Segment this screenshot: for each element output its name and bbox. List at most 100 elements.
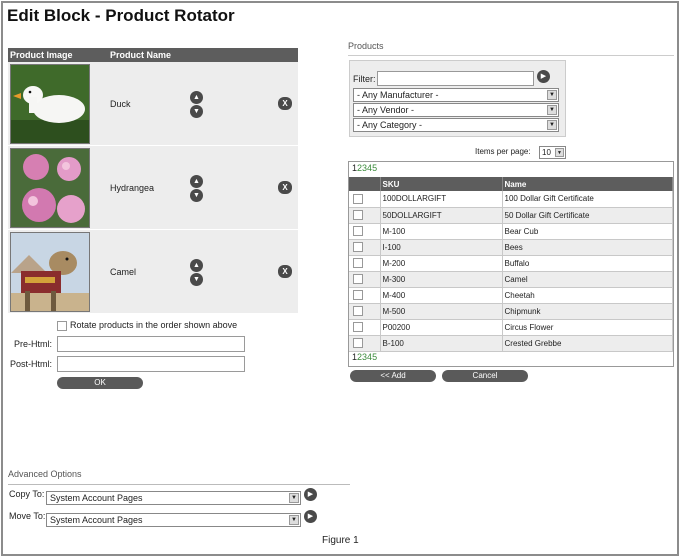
rotate-label: Rotate products in the order shown above: [70, 320, 238, 330]
chevron-down-icon: ▼: [289, 515, 299, 525]
items-per-page-label: Items per page:: [475, 147, 531, 156]
vendor-select[interactable]: - Any Vendor - ▼: [353, 103, 559, 117]
table-row[interactable]: M-200 Buffalo: [349, 255, 673, 272]
table-row[interactable]: M-500 Chipmunk: [349, 303, 673, 320]
category-select[interactable]: - Any Category - ▼: [353, 118, 559, 132]
items-per-page-value: 10: [542, 148, 551, 157]
move-go-icon[interactable]: ▶: [304, 510, 317, 523]
row-checkbox[interactable]: [353, 258, 363, 268]
remove-button[interactable]: X: [278, 97, 292, 110]
move-down-icon[interactable]: ▼: [190, 189, 203, 202]
cancel-button[interactable]: Cancel: [442, 370, 528, 382]
camel-image: [10, 232, 90, 312]
row-checkbox[interactable]: [353, 242, 363, 252]
col-product-image: Product Image: [10, 50, 73, 60]
row-checkbox[interactable]: [353, 306, 363, 316]
row-checkbox[interactable]: [353, 290, 363, 300]
move-to-value: System Account Pages: [50, 515, 143, 525]
page-link[interactable]: 5: [372, 352, 377, 362]
copy-to-label: Copy To:: [9, 489, 45, 499]
row-checkbox[interactable]: [353, 210, 363, 220]
row-checkbox[interactable]: [353, 226, 363, 236]
move-to-select[interactable]: System Account Pages ▼: [46, 513, 301, 527]
post-html-input[interactable]: [57, 356, 245, 372]
row-sku: M-100: [380, 223, 503, 240]
items-per-page-select[interactable]: 10 ▼: [539, 146, 566, 159]
table-header-row: SKU Name: [349, 177, 673, 191]
divider: [348, 55, 674, 56]
move-up-icon[interactable]: ▲: [190, 175, 203, 188]
pager-bottom: 12345: [352, 352, 377, 362]
product-name: Camel: [110, 267, 137, 277]
col-sku: SKU: [380, 177, 503, 191]
product-row-duck: Duck ▲ ▼ X: [8, 62, 298, 146]
remove-button[interactable]: X: [278, 265, 292, 278]
move-up-icon[interactable]: ▲: [190, 259, 203, 272]
filter-panel: Filter: ▶ - Any Manufacturer - ▼ - Any V…: [349, 60, 566, 137]
table-row[interactable]: 50DOLLARGIFT 50 Dollar Gift Certificate: [349, 207, 673, 224]
chevron-down-icon: ▼: [547, 105, 557, 115]
table-row[interactable]: 100DOLLARGIFT 100 Dollar Gift Certificate: [349, 191, 673, 208]
table-row[interactable]: M-400 Cheetah: [349, 287, 673, 304]
row-checkbox[interactable]: [353, 338, 363, 348]
remove-button[interactable]: X: [278, 181, 292, 194]
filter-go-icon[interactable]: ▶: [537, 70, 550, 83]
row-name: Camel: [502, 271, 673, 288]
col-name: Name: [502, 177, 673, 191]
chevron-down-icon: ▼: [547, 90, 557, 100]
selected-products-table: Product Image Product Name Duck ▲ ▼ X Hy…: [8, 48, 298, 314]
product-row-camel: Camel ▲ ▼ X: [8, 230, 298, 314]
row-checkbox[interactable]: [353, 322, 363, 332]
move-to-label: Move To:: [9, 511, 46, 521]
product-name: Hydrangea: [110, 183, 155, 193]
rotate-checkbox[interactable]: [57, 320, 67, 331]
row-name: Cheetah: [502, 287, 673, 304]
table-row[interactable]: M-100 Bear Cub: [349, 223, 673, 240]
row-checkbox[interactable]: [353, 193, 363, 204]
page-link[interactable]: 5: [372, 163, 377, 173]
category-value: - Any Category -: [357, 120, 423, 130]
add-button[interactable]: << Add: [350, 370, 436, 382]
chevron-down-icon: ▼: [547, 120, 557, 130]
copy-to-select[interactable]: System Account Pages ▼: [46, 491, 301, 505]
pre-html-label: Pre-Html:: [14, 339, 52, 349]
row-name: 50 Dollar Gift Certificate: [502, 207, 673, 224]
move-up-icon[interactable]: ▲: [190, 91, 203, 104]
manufacturer-value: - Any Manufacturer -: [357, 90, 439, 100]
col-product-name: Product Name: [110, 50, 172, 60]
table-row[interactable]: I-100 Bees: [349, 239, 673, 256]
product-grid: 12345 SKU Name 100DOLLARGIFT 100 Dollar G…: [348, 161, 674, 367]
product-list-table: SKU Name 100DOLLARGIFT 100 Dollar Gift Ce…: [349, 177, 673, 352]
row-checkbox[interactable]: [353, 274, 363, 284]
row-name: Crested Grebbe: [502, 335, 673, 352]
row-name: Bear Cub: [502, 223, 673, 240]
row-sku: P00200: [380, 319, 503, 336]
product-name: Duck: [110, 99, 131, 109]
products-title: Products: [348, 41, 384, 51]
pager-top: 12345: [352, 163, 377, 173]
duck-image: [10, 64, 90, 144]
row-name: 100 Dollar Gift Certificate: [502, 191, 673, 208]
table-row[interactable]: P00200 Circus Flower: [349, 319, 673, 336]
page-title: Edit Block - Product Rotator: [7, 6, 235, 25]
table-row[interactable]: M-300 Camel: [349, 271, 673, 288]
row-name: Circus Flower: [502, 319, 673, 336]
post-html-label: Post-Html:: [9, 359, 52, 369]
row-name: Buffalo: [502, 255, 673, 272]
rotate-order-option[interactable]: Rotate products in the order shown above: [57, 320, 237, 331]
col-select: [349, 177, 381, 191]
row-sku: M-300: [380, 271, 503, 288]
divider: [8, 484, 350, 485]
table-row[interactable]: B-100 Crested Grebbe: [349, 335, 673, 352]
move-down-icon[interactable]: ▼: [190, 273, 203, 286]
copy-go-icon[interactable]: ▶: [304, 488, 317, 501]
chevron-down-icon: ▼: [555, 148, 564, 157]
row-sku: I-100: [380, 239, 503, 256]
pre-html-input[interactable]: [57, 336, 245, 352]
filter-input[interactable]: [377, 71, 534, 86]
manufacturer-select[interactable]: - Any Manufacturer - ▼: [353, 88, 559, 102]
ok-button[interactable]: OK: [57, 377, 143, 389]
row-sku: M-200: [380, 255, 503, 272]
move-down-icon[interactable]: ▼: [190, 105, 203, 118]
row-sku: 100DOLLARGIFT: [380, 191, 503, 208]
